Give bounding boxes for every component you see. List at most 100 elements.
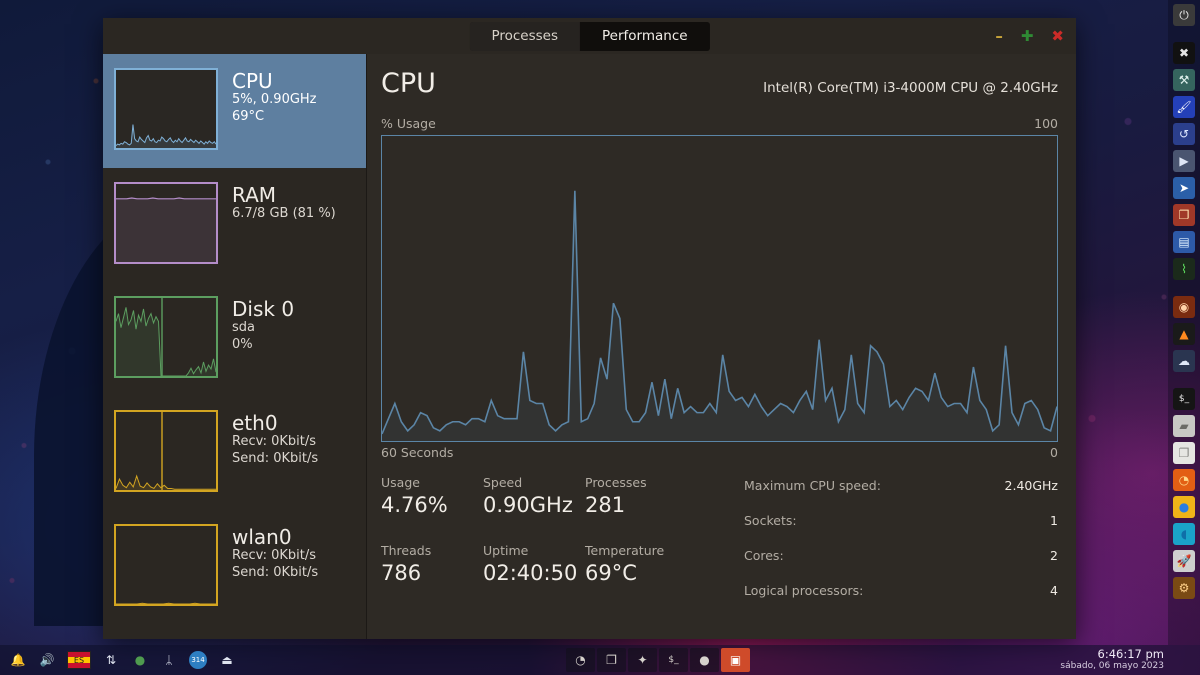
cpu-stat-uptime: Uptime 02:40:50: [483, 543, 585, 585]
image-viewer-icon[interactable]: ❐: [1173, 204, 1195, 226]
maximize-button[interactable]: ✚: [1021, 29, 1034, 44]
sidebar-item-subline: Send: 0Kbit/s: [232, 451, 318, 468]
cpu-stat-temperature: Temperature69°C: [585, 543, 687, 585]
cpu-info-key: Sockets:: [744, 513, 797, 528]
sidebar-item-eth0[interactable]: eth0Recv: 0Kbit/sSend: 0Kbit/s: [103, 396, 366, 510]
cpu-stat-label: Threads: [381, 543, 483, 558]
ubuntu-icon[interactable]: ◉: [1173, 296, 1195, 318]
cpu-stat-value: 4.76%: [381, 493, 483, 517]
cpu-info-row: Maximum CPU speed:2.40GHz: [744, 478, 1058, 493]
task-firefox[interactable]: ◔: [566, 648, 595, 672]
cpu-stat-value: 69°C: [585, 561, 687, 585]
cpu-stat-columns: Usage4.76%Speed0.90GHzProcesses281 Thread…: [381, 475, 736, 618]
system-monitor-window: ProcessesPerformance – ✚ ✖ CPU5%, 0.90GH…: [103, 18, 1076, 639]
xterm-icon[interactable]: ✖: [1173, 42, 1195, 64]
eth0-thumbnail: [114, 410, 218, 492]
terminal-icon[interactable]: $_: [1173, 388, 1195, 410]
sidebar-item-text: CPU5%, 0.90GHz69°C: [232, 68, 317, 126]
cpu-detail-panel: CPU Intel(R) Core(TM) i3-4000M CPU @ 2.4…: [367, 54, 1076, 639]
cpu-usage-chart: [381, 135, 1058, 442]
close-button[interactable]: ✖: [1051, 29, 1064, 44]
tab-bar: ProcessesPerformance: [469, 22, 709, 51]
sidebar-item-label: RAM: [232, 184, 336, 206]
cpu-stat-speed: Speed0.90GHz: [483, 475, 585, 517]
bell-icon[interactable]: 🔔: [9, 651, 27, 669]
cpu-stat-row: Threads786Uptime 02:40:50Temperature69°C: [381, 543, 736, 585]
task-buttons: ◔❐✦$_●▣: [566, 648, 750, 672]
rocket-icon[interactable]: 🚀: [1173, 550, 1195, 572]
sidebar-item-text: wlan0Recv: 0Kbit/sSend: 0Kbit/s: [232, 524, 318, 582]
power-icon[interactable]: ⏻: [1173, 4, 1195, 26]
cpu-stat-threads: Threads786: [381, 543, 483, 585]
ram-thumbnail-svg: [116, 184, 216, 262]
clock[interactable]: 6:46:17 pm sábado, 06 mayo 2023: [1060, 648, 1164, 672]
monitor-icon[interactable]: ⌇: [1173, 258, 1195, 280]
cpu-info-row: Cores:2: [744, 548, 1058, 563]
cpu-thumbnail: [114, 68, 218, 150]
cloud-icon[interactable]: ☁: [1173, 350, 1195, 372]
volume-icon[interactable]: 🔊: [38, 651, 56, 669]
cpu-info-value: 1: [1050, 513, 1058, 528]
network-icon[interactable]: ⇅: [102, 651, 120, 669]
cpu-stat-label: Uptime: [483, 543, 585, 558]
wlan0-thumbnail: [114, 524, 218, 606]
tools-icon[interactable]: ⚒: [1173, 69, 1195, 91]
desktop: ProcessesPerformance – ✚ ✖ CPU5%, 0.90GH…: [0, 0, 1200, 675]
cpu-stat-usage: Usage4.76%: [381, 475, 483, 517]
gimp-icon[interactable]: 🖌: [1173, 96, 1195, 118]
cursor-icon[interactable]: ➤: [1173, 177, 1195, 199]
desktop-dock: ⏻ ✖ ⚒ 🖌 ↺ ▶ ➤ ❐ ▤ ⌇ ◉ ▲ ☁ $_ ▰ ❐ ◔ ● ◖ 🚀 ⚙: [1168, 0, 1200, 645]
sidebar-item-subline: 0%: [232, 337, 294, 354]
task-terminal[interactable]: $_: [659, 648, 688, 672]
updates-icon[interactable]: 314: [189, 651, 207, 669]
eject-icon[interactable]: ⏏: [218, 651, 236, 669]
sidebar-item-label: Disk 0: [232, 298, 294, 320]
clock-time: 6:46:17 pm: [1060, 648, 1164, 661]
keyboard-layout-icon[interactable]: ES: [67, 651, 91, 669]
sidebar-item-subline: sda: [232, 320, 294, 337]
sidebar-item-subline: Recv: 0Kbit/s: [232, 548, 318, 565]
sidebar-item-cpu[interactable]: CPU5%, 0.90GHz69°C: [103, 54, 366, 168]
sidebar-item-subline: Send: 0Kbit/s: [232, 565, 318, 582]
cpu-stat-processes: Processes281: [585, 475, 687, 517]
eth0-thumbnail-svg: [116, 412, 216, 490]
system-tray: 🔔 🔊 ES ⇅ ● ᛦ 314 ⏏: [0, 651, 236, 669]
bluetooth-icon[interactable]: ᛦ: [160, 651, 178, 669]
task-browser[interactable]: ●: [690, 648, 719, 672]
sidebar-item-ram[interactable]: RAM6.7/8 GB (81 %): [103, 168, 366, 282]
minimize-button[interactable]: –: [995, 29, 1003, 44]
vlc-icon[interactable]: ▲: [1173, 323, 1195, 345]
cpu-stat-value: 02:40:50: [483, 561, 585, 585]
cpu-stats: Usage4.76%Speed0.90GHzProcesses281 Thread…: [381, 475, 1058, 618]
chrome-icon[interactable]: ●: [1173, 496, 1195, 518]
graph-x-label: 60 Seconds: [381, 445, 453, 460]
cpu-stat-row: Usage4.76%Speed0.90GHzProcesses281: [381, 475, 736, 517]
sidebar-item-subline: 6.7/8 GB (81 %): [232, 206, 336, 223]
window-titlebar[interactable]: ProcessesPerformance – ✚ ✖: [103, 18, 1076, 54]
firefox-icon[interactable]: ◔: [1173, 469, 1195, 491]
document-icon[interactable]: ▤: [1173, 231, 1195, 253]
task-unknown[interactable]: ✦: [628, 648, 657, 672]
sidebar-item-label: wlan0: [232, 526, 318, 548]
graph-bottom-labels: 60 Seconds 0: [381, 445, 1058, 460]
disk0-thumbnail: [114, 296, 218, 378]
tab-processes[interactable]: Processes: [469, 22, 580, 51]
tab-performance[interactable]: Performance: [580, 22, 710, 51]
files-icon[interactable]: ❐: [1173, 442, 1195, 464]
cpu-info-row: Sockets: 1: [744, 513, 1058, 528]
taskbar: 🔔🔊ES⇅●ᛦ314⏏ ◔❐✦$_●▣ 6:46:17 pm sábado, 0…: [0, 645, 1200, 675]
clock-date: sábado, 06 mayo 2023: [1060, 661, 1164, 671]
cpu-model-label: Intel(R) Core(TM) i3-4000M CPU @ 2.40GHz: [763, 80, 1058, 96]
task-image[interactable]: ❐: [597, 648, 626, 672]
media-icon[interactable]: ▶: [1173, 150, 1195, 172]
folder-icon[interactable]: ▰: [1173, 415, 1195, 437]
settings-icon[interactable]: ⚙: [1173, 577, 1195, 599]
sidebar-item-subline: 5%, 0.90GHz: [232, 92, 317, 109]
graph-y-min: 0: [1050, 445, 1058, 460]
sidebar-item-disk0[interactable]: Disk 0sda0%: [103, 282, 366, 396]
chrome-tray-icon[interactable]: ●: [131, 651, 149, 669]
sidebar-item-wlan0[interactable]: wlan0Recv: 0Kbit/sSend: 0Kbit/s: [103, 510, 366, 624]
restore-icon[interactable]: ↺: [1173, 123, 1195, 145]
edge-icon[interactable]: ◖: [1173, 523, 1195, 545]
task-system-monitor[interactable]: ▣: [721, 648, 750, 672]
